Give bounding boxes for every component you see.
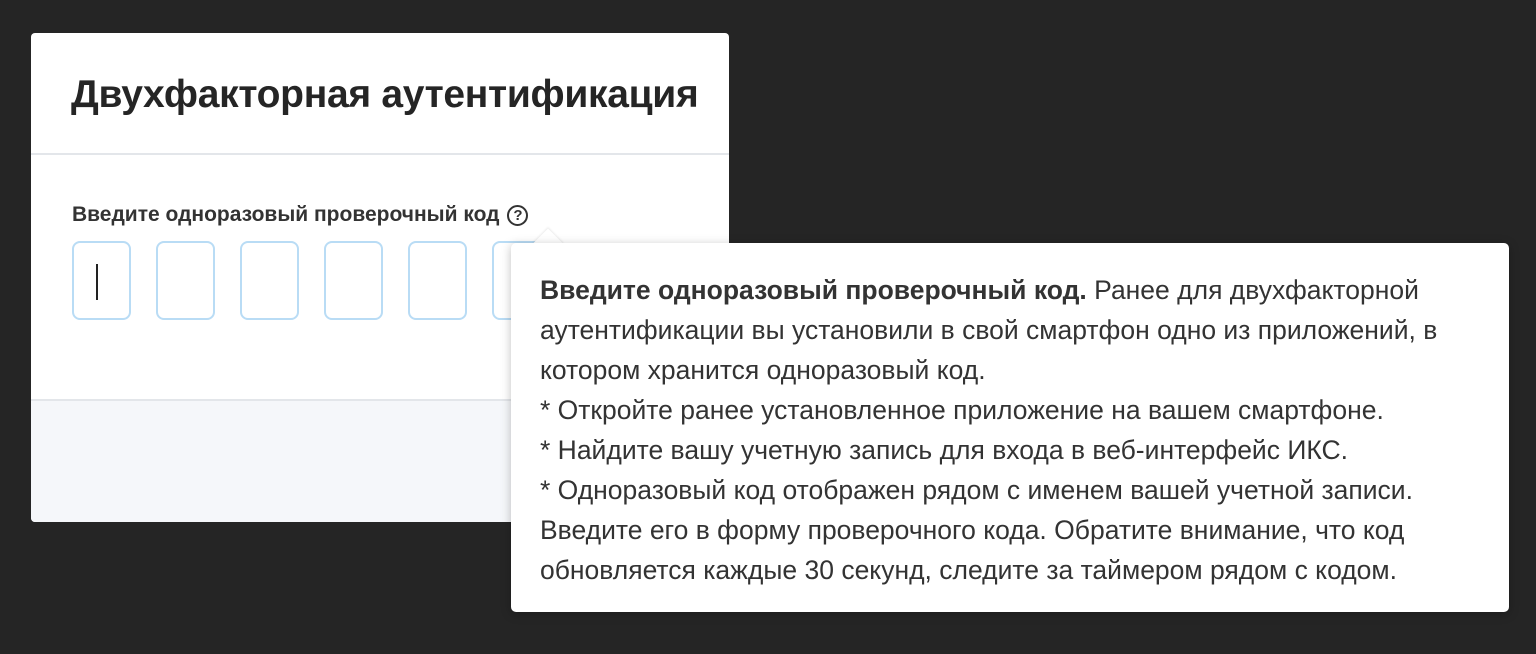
code-digit-input-2[interactable]	[156, 241, 215, 320]
dialog-title: Двухфакторная аутентификация	[71, 73, 699, 116]
tooltip-step: * Одноразовый код отображен рядом с имен…	[540, 475, 1413, 505]
tooltip-body: Введите одноразовый проверочный код. Ран…	[540, 270, 1481, 590]
help-tooltip: Введите одноразовый проверочный код. Ран…	[511, 243, 1509, 612]
tooltip-note: Введите его в форму проверочного кода. О…	[540, 515, 1405, 585]
code-label: Введите одноразовый проверочный код ?	[72, 203, 529, 227]
tooltip-heading: Введите одноразовый проверочный код.	[540, 275, 1087, 305]
dialog-header: Двухфакторная аутентификация	[31, 33, 729, 155]
tooltip-step: * Найдите вашу учетную запись для входа …	[540, 435, 1349, 465]
code-input-group	[72, 241, 551, 320]
tooltip-step: * Откройте ранее установленное приложени…	[540, 395, 1384, 425]
code-digit-input-3[interactable]	[240, 241, 299, 320]
question-circle-icon[interactable]: ?	[507, 204, 529, 226]
code-digit-input-1[interactable]	[72, 241, 131, 320]
text-caret	[96, 264, 98, 300]
code-digit-input-5[interactable]	[408, 241, 467, 320]
code-digit-input-4[interactable]	[324, 241, 383, 320]
code-label-text: Введите одноразовый проверочный код	[72, 203, 500, 226]
tooltip-intro: Введите одноразовый проверочный код. Ран…	[540, 270, 1481, 390]
